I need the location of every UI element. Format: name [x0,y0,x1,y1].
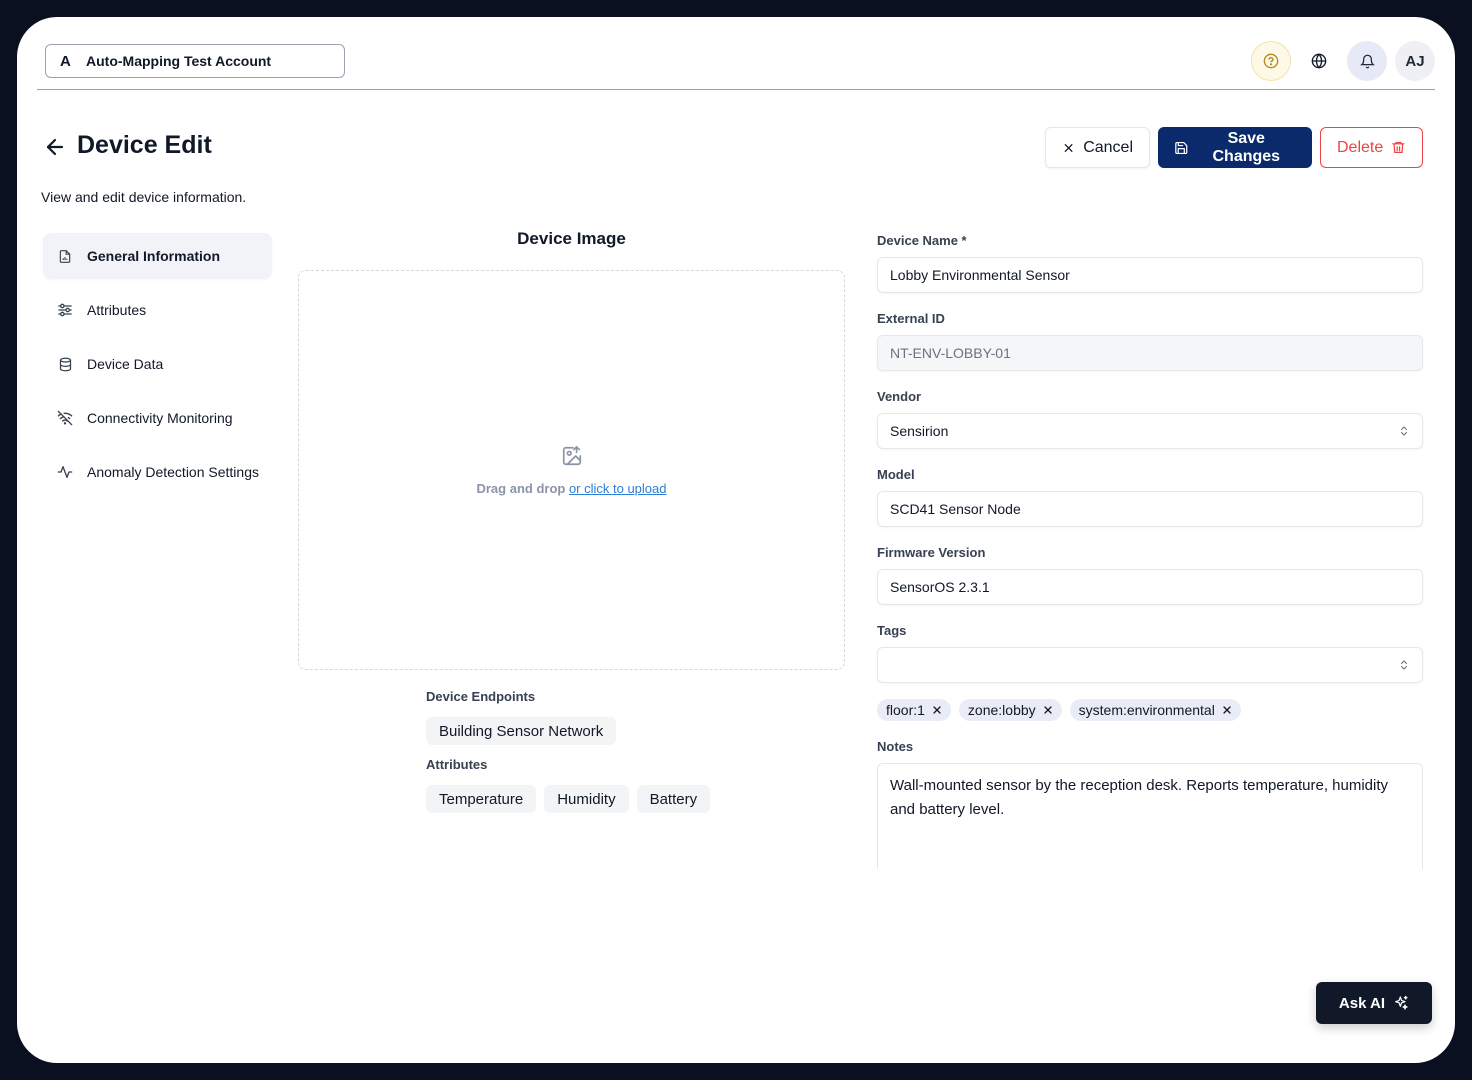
chevron-up-down-icon [1400,660,1408,670]
app-window: A Auto-Mapping Test Account AJ Device Ed… [17,17,1455,1063]
trash-icon [1392,141,1405,154]
remove-tag-icon[interactable] [1042,704,1054,716]
device-name-label: Device Name * [877,233,967,248]
remove-tag-icon[interactable] [1221,704,1233,716]
attribute-chip[interactable]: Battery [636,785,711,813]
tags-field: Tags floor:1 zone:lobby system:environme… [877,623,1423,721]
firmware-label: Firmware Version [877,545,986,560]
tags-label: Tags [877,623,907,638]
file-chart-icon [59,249,71,263]
top-icons: AJ [1251,41,1435,81]
globe-icon [1311,53,1327,69]
remove-tag-icon[interactable] [931,704,943,716]
save-icon [1175,141,1188,154]
image-dropzone[interactable]: Drag and drop or click to upload [298,270,845,670]
endpoint-chip[interactable]: Building Sensor Network [426,717,617,745]
close-icon [1064,143,1073,152]
external-id-label: External ID [877,311,945,326]
external-id-field: External ID NT-ENV-LOBBY-01 [877,311,1423,371]
sidebar-item-label: General Information [87,248,221,264]
vendor-select[interactable]: Sensirion [877,413,1423,449]
firmware-input[interactable]: SensorOS 2.3.1 [877,569,1423,605]
tag-chip: system:environmental [1069,699,1241,721]
page-title: Device Edit [77,131,212,159]
attributes-label: Attributes [426,757,488,772]
device-name-input[interactable]: Lobby Environmental Sensor [877,257,1423,293]
tag-label: zone:lobby [967,702,1036,718]
device-image-title: Device Image [517,229,626,248]
wifi-off-icon [57,410,73,426]
sidebar-item-attributes[interactable]: Attributes [43,287,272,333]
vendor-label: Vendor [877,389,922,404]
ask-ai-button[interactable]: Ask AI [1316,982,1432,1024]
delete-label: Delete [1337,138,1384,156]
click-to-upload-link[interactable]: or click to upload [569,481,667,496]
sliders-icon [58,303,72,317]
delete-button[interactable]: Delete [1320,127,1423,168]
notes-field: Notes Wall-mounted sensor by the recepti… [877,739,1423,869]
sidebar-item-label: Device Data [87,356,164,372]
save-changes-button[interactable]: Save Changes [1158,127,1312,168]
tag-chip: zone:lobby [958,699,1062,721]
cancel-label: Cancel [1083,138,1133,156]
device-endpoints-list: Building Sensor Network [426,717,617,745]
model-field: Model SCD41 Sensor Node [877,467,1423,527]
tags-select[interactable] [877,647,1423,683]
cancel-button[interactable]: Cancel [1045,127,1150,168]
header-actions: Cancel Save Changes Delete [1045,127,1423,168]
device-form: Device Name * Lobby Environmental Sensor… [877,233,1423,887]
ask-ai-label: Ask AI [1338,994,1386,1012]
attributes-list: Temperature Humidity Battery [426,785,711,813]
sidebar-item-device-data[interactable]: Device Data [43,341,272,387]
help-button[interactable] [1251,41,1291,81]
attribute-chip[interactable]: Temperature [426,785,537,813]
tag-chip: floor:1 [877,699,951,721]
image-upload-icon [562,445,581,465]
vendor-field: Vendor Sensirion [877,389,1423,449]
top-bar: A Auto-Mapping Test Account AJ [37,17,1435,90]
notifications-button[interactable] [1347,41,1387,81]
tag-label: system:environmental [1078,702,1215,718]
database-icon [59,357,71,371]
account-initial: A [60,52,71,70]
vendor-value: Sensirion [890,423,949,439]
notes-textarea[interactable]: Wall-mounted sensor by the reception des… [877,763,1423,869]
bell-icon [1359,54,1375,68]
account-name: Auto-Mapping Test Account [86,53,272,69]
back-button[interactable] [43,135,67,164]
model-input[interactable]: SCD41 Sensor Node [877,491,1423,527]
dropzone-text: Drag and drop or click to upload [476,481,666,496]
sidebar-item-label: Connectivity Monitoring [87,410,233,426]
sparkles-icon [1395,995,1408,1010]
sidebar-item-connectivity-monitoring[interactable]: Connectivity Monitoring [43,395,272,441]
activity-icon [57,466,73,478]
chevron-up-down-icon [1400,426,1408,436]
attribute-chip[interactable]: Humidity [544,785,629,813]
language-button[interactable] [1299,41,1339,81]
sidebar-item-label: Anomaly Detection Settings [87,464,259,480]
sidebar-item-anomaly-detection-settings[interactable]: Anomaly Detection Settings [43,449,272,495]
page-subtitle: View and edit device information. [41,189,247,205]
tag-label: floor:1 [886,702,925,718]
external-id-input: NT-ENV-LOBBY-01 [877,335,1423,371]
sidebar-item-label: Attributes [87,302,147,318]
device-name-field: Device Name * Lobby Environmental Sensor [877,233,1423,293]
notes-label: Notes [877,739,914,754]
sidebar-item-general-information[interactable]: General Information [43,233,272,279]
drag-drop-text: Drag and drop [476,480,569,496]
model-label: Model [877,467,915,482]
account-selector[interactable]: A Auto-Mapping Test Account [45,44,345,78]
section-sidebar: General Information Attributes Device Da… [43,233,272,503]
user-avatar[interactable]: AJ [1395,41,1435,81]
firmware-field: Firmware Version SensorOS 2.3.1 [877,545,1423,605]
save-changes-label: Save Changes [1212,129,1281,165]
help-icon [1263,53,1279,69]
device-endpoints-label: Device Endpoints [426,689,536,704]
arrow-left-icon [46,138,64,156]
tag-list: floor:1 zone:lobby system:environmental [877,699,1423,721]
